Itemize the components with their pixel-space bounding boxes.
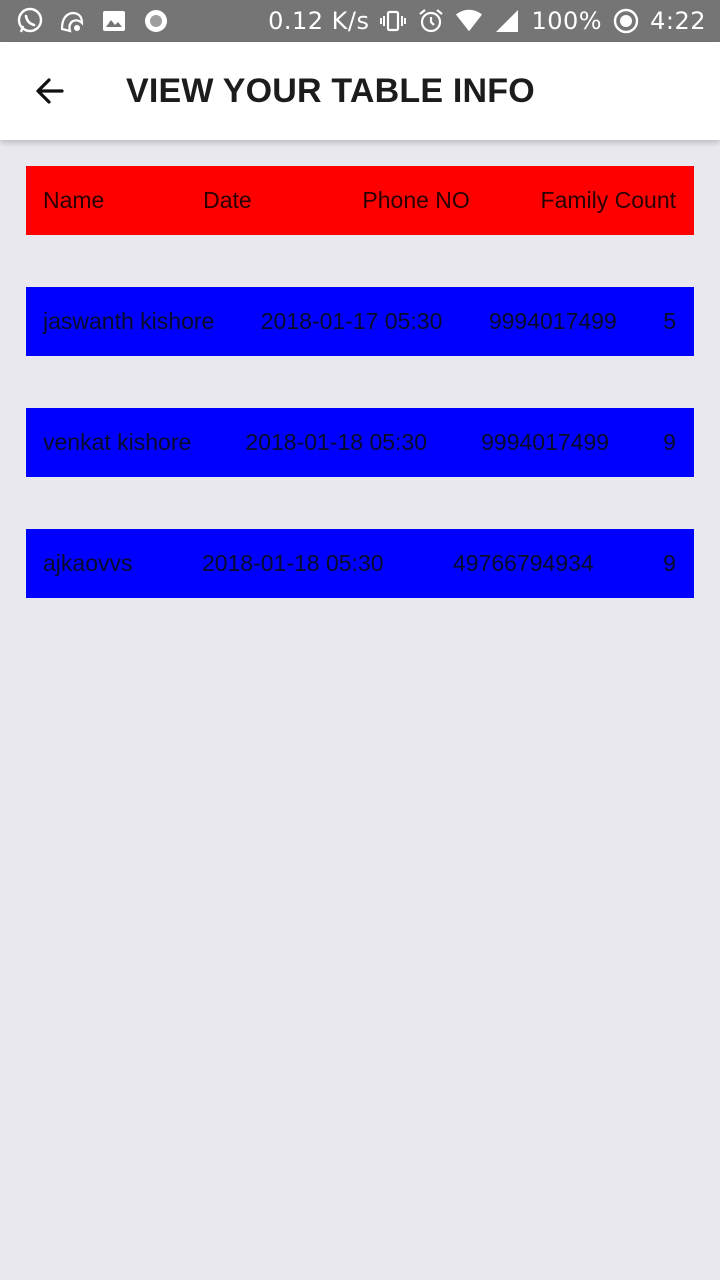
app-bar: VIEW YOUR TABLE INFO: [0, 42, 720, 140]
wifi-icon: [455, 7, 483, 35]
uc-browser-icon: [58, 7, 86, 35]
battery-percent: 100%: [531, 7, 603, 35]
record-icon: [142, 7, 170, 35]
table-info: Name Date Phone NO Family Count jaswanth…: [26, 166, 694, 598]
row-date: 2018-01-17 05:30: [260, 308, 443, 334]
cell-signal-icon: [493, 7, 521, 35]
table-row[interactable]: jaswanth kishore 2018-01-17 05:30 999401…: [26, 287, 694, 356]
clock: 4:22: [650, 7, 706, 35]
table-row[interactable]: venkat kishore 2018-01-18 05:30 99940174…: [26, 408, 694, 477]
row-date: 2018-01-18 05:30: [245, 429, 428, 455]
header-name: Name: [43, 187, 105, 213]
vibrate-icon: [379, 7, 407, 35]
row-name: venkat kishore: [43, 429, 192, 455]
row-family-count: 9: [663, 550, 676, 576]
header-phone: Phone NO: [362, 187, 470, 213]
status-bar-notifications: [16, 7, 268, 35]
table-header-row: Name Date Phone NO Family Count: [26, 166, 694, 235]
arrow-back-icon: [36, 78, 64, 104]
battery-icon: [612, 7, 640, 35]
alarm-icon: [417, 7, 445, 35]
row-date: 2018-01-18 05:30: [201, 550, 384, 576]
status-bar: 0.12 K/s 100% 4:22: [0, 0, 720, 42]
back-button[interactable]: [20, 61, 80, 121]
page-title: VIEW YOUR TABLE INFO: [126, 71, 535, 110]
row-family-count: 9: [663, 429, 676, 455]
image-icon: [100, 7, 128, 35]
row-phone: 9994017499: [488, 308, 617, 334]
row-family-count: 5: [663, 308, 676, 334]
row-phone: 49766794934: [453, 550, 594, 576]
row-name: ajkaovvs: [43, 550, 133, 576]
table-row[interactable]: ajkaovvs 2018-01-18 05:30 49766794934 9: [26, 529, 694, 598]
whatsapp-icon: [16, 7, 44, 35]
row-name: jaswanth kishore: [43, 308, 215, 334]
header-date: Date: [203, 187, 252, 213]
header-family-count: Family Count: [540, 187, 676, 213]
network-speed: 0.12 K/s: [268, 7, 370, 35]
status-bar-system: 0.12 K/s 100% 4:22: [268, 7, 706, 35]
row-phone: 9994017499: [481, 429, 610, 455]
